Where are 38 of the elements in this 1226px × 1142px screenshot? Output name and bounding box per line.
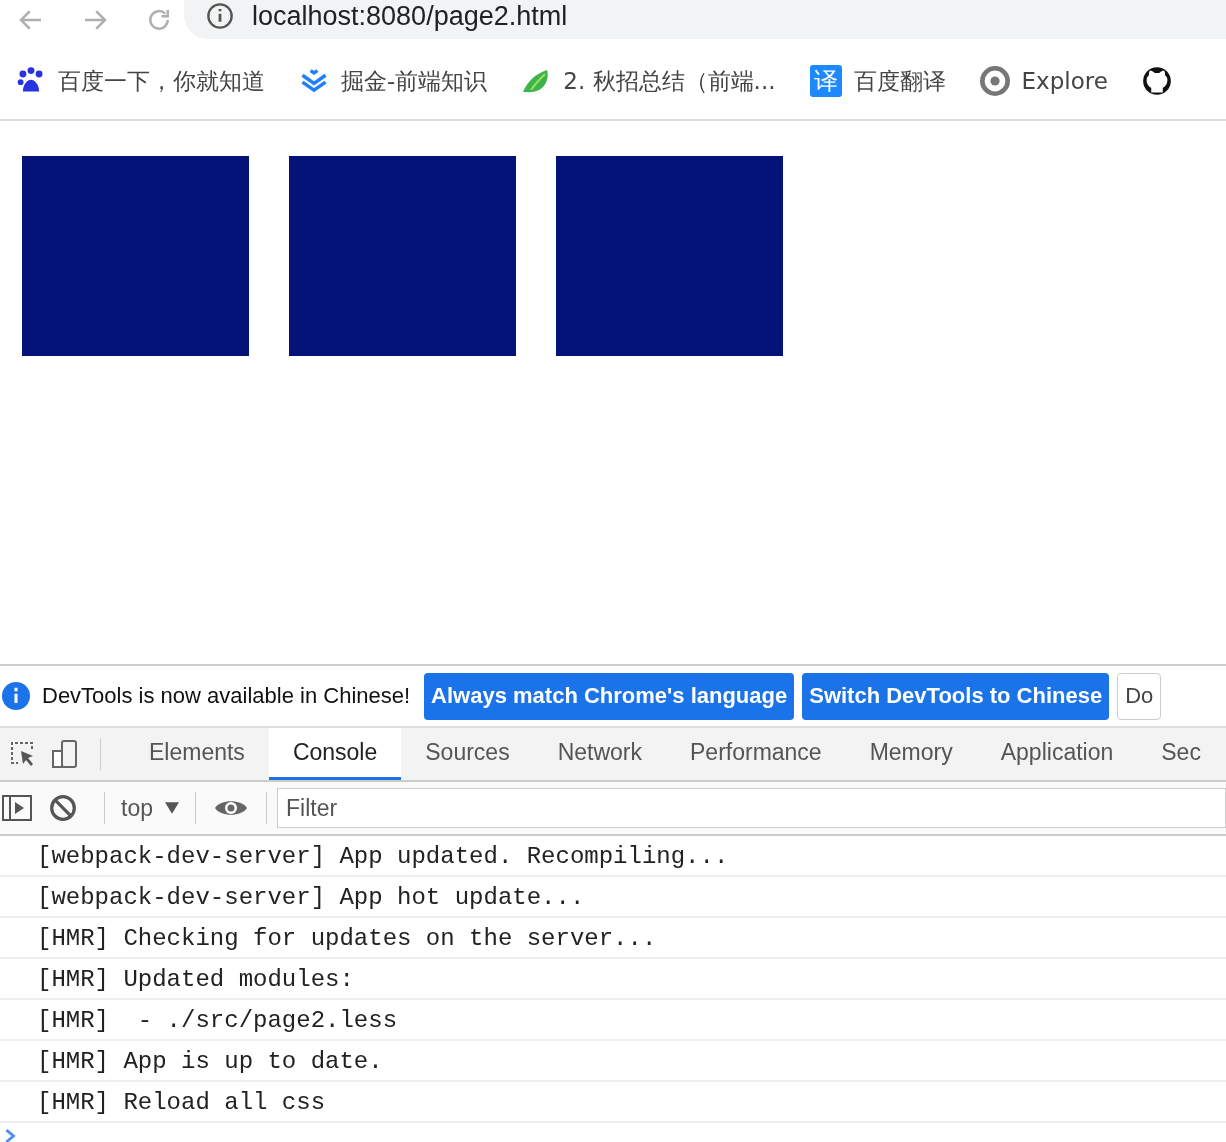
info-icon xyxy=(2,682,30,710)
address-bar[interactable]: localhost:8080/page2.html xyxy=(184,0,1226,39)
devtools-tab[interactable]: Memory xyxy=(845,728,977,780)
context-selector[interactable]: top xyxy=(117,794,183,822)
console-message: [HMR] App is up to date. xyxy=(0,1041,1226,1082)
url-text: localhost:8080/page2.html xyxy=(252,0,568,32)
infobar-message: DevTools is now available in Chinese! xyxy=(42,683,411,709)
devtools-tab[interactable]: Application xyxy=(976,728,1138,780)
console-message: [webpack-dev-server] App updated. Recompiling... xyxy=(0,836,1226,877)
devtools-tab[interactable]: Performance xyxy=(666,728,846,780)
console-message: [webpack-dev-server] App hot update... xyxy=(0,877,1226,918)
bookmark[interactable]: Explore xyxy=(979,66,1108,96)
cat-silhouette-icon[interactable] xyxy=(1141,66,1172,96)
devtools-tab[interactable]: Sec xyxy=(1137,728,1225,780)
caret-icon xyxy=(165,802,179,814)
bookmark[interactable]: 2. 秋招总结（前端... xyxy=(521,65,776,97)
console-message: [HMR] Checking for updates on the server... xyxy=(0,918,1226,959)
bookmark[interactable]: 百度一下，你就知道 xyxy=(16,65,265,97)
devtools-tab[interactable]: Elements xyxy=(125,728,269,780)
infobar-button[interactable]: Always match Chrome's language xyxy=(424,672,795,720)
infobar-button[interactable]: Do xyxy=(1117,672,1162,720)
ring-icon xyxy=(979,66,1010,96)
translate-icon: 译 xyxy=(809,65,842,97)
filter-field[interactable]: Filter xyxy=(277,788,1226,828)
devtools-tab[interactable]: Sources xyxy=(401,728,534,780)
prompt-icon[interactable] xyxy=(4,1129,16,1142)
bookmark[interactable]: 掘金-前端知识 xyxy=(299,65,488,97)
console-message: [HMR] - ./src/page2.less xyxy=(0,1000,1226,1041)
device-icon[interactable] xyxy=(50,739,80,769)
devtools-tab[interactable]: Console xyxy=(268,728,402,780)
sidebar-toggle-icon[interactable] xyxy=(2,794,32,822)
devtools-tab[interactable]: Network xyxy=(533,728,666,780)
console-message: [HMR] Updated modules: xyxy=(0,959,1226,1000)
clear-icon[interactable] xyxy=(48,794,78,822)
console-message: [HMR] Reload all css xyxy=(0,1082,1226,1123)
infobar-button[interactable]: Switch DevTools to Chinese xyxy=(802,672,1110,720)
bookmark[interactable]: 译 百度翻译 xyxy=(809,65,946,97)
info-icon[interactable] xyxy=(206,2,234,30)
